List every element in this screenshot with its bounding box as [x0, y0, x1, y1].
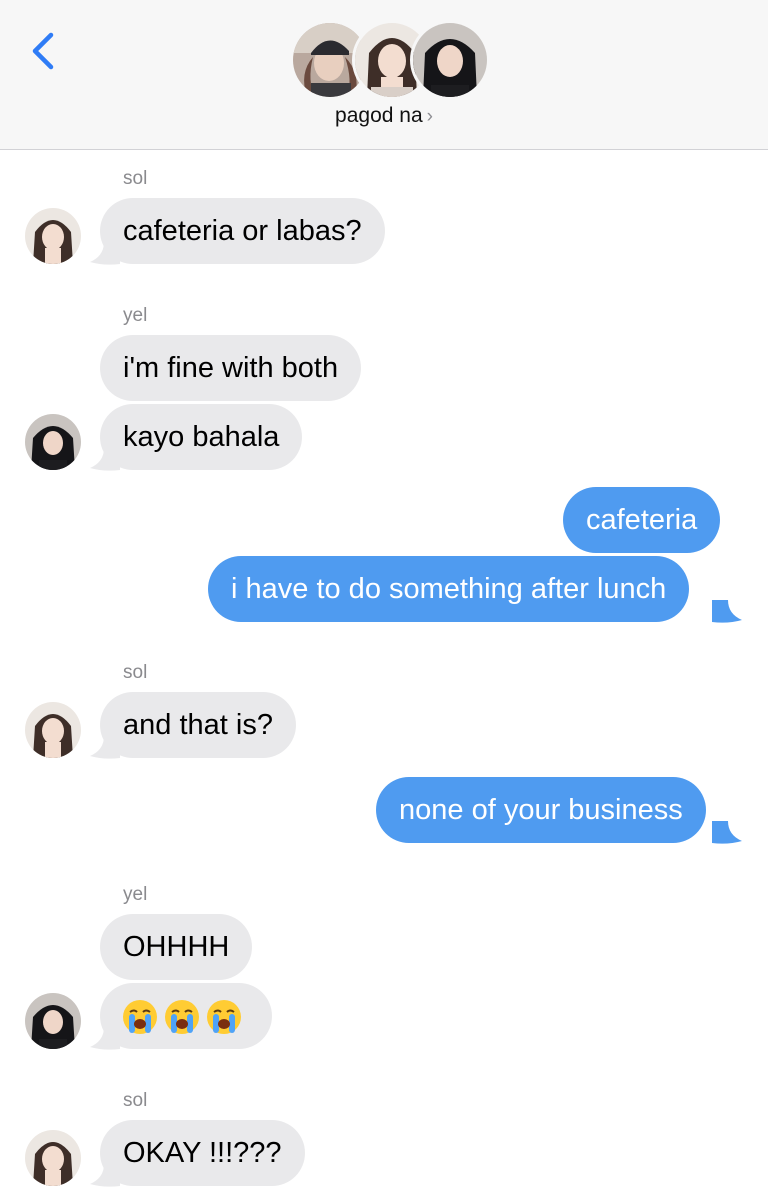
group-name-button[interactable]: pagod na ›: [0, 104, 768, 128]
avatar-sol: [25, 702, 81, 758]
loudly-crying-face-icon: [123, 1000, 157, 1035]
sender-label: yel: [123, 884, 148, 905]
message-bubble-outgoing[interactable]: i have to do something after lunch: [208, 556, 690, 622]
message-bubble-incoming[interactable]: and that is?: [100, 692, 296, 758]
group-avatar-3: [410, 20, 490, 100]
conversation-header: pagod na ›: [0, 0, 768, 150]
bubble-tail: [90, 1164, 120, 1187]
bubble-tail: [90, 1027, 120, 1050]
message-bubble-incoming[interactable]: [100, 983, 272, 1049]
sender-label: sol: [123, 1090, 148, 1111]
message-bubble-incoming[interactable]: cafeteria or labas?: [100, 198, 385, 264]
chevron-right-icon: ›: [426, 106, 433, 127]
message-bubble-incoming[interactable]: i'm fine with both: [100, 335, 362, 401]
loudly-crying-face-icon: [207, 1000, 241, 1035]
group-name-label: pagod na: [335, 104, 423, 127]
avatar-yel: [25, 414, 81, 470]
emoji-message: [122, 983, 248, 1049]
message-bubble-outgoing[interactable]: cafeteria: [563, 487, 721, 553]
sender-label: yel: [123, 305, 148, 326]
message-bubble-incoming[interactable]: OHHHH: [100, 914, 253, 980]
avatar-sol: [25, 208, 81, 264]
chevron-left-icon: [32, 32, 54, 70]
message-bubble-outgoing[interactable]: none of your business: [376, 777, 706, 843]
back-button[interactable]: [24, 28, 64, 74]
sender-label: sol: [123, 168, 148, 189]
sender-label: sol: [123, 662, 148, 683]
bubble-tail: [90, 736, 120, 759]
message-bubble-incoming[interactable]: kayo bahala: [100, 404, 303, 470]
message-bubble-incoming[interactable]: OKAY !!!???: [100, 1120, 305, 1186]
avatar-yel: [25, 993, 81, 1049]
group-avatars[interactable]: [290, 20, 490, 100]
loudly-crying-face-icon: [165, 1000, 199, 1035]
bubble-tail: [712, 821, 742, 844]
bubble-tail: [90, 242, 120, 265]
bubble-tail: [90, 448, 120, 471]
avatar-sol: [25, 1130, 81, 1186]
bubble-tail: [712, 600, 742, 623]
